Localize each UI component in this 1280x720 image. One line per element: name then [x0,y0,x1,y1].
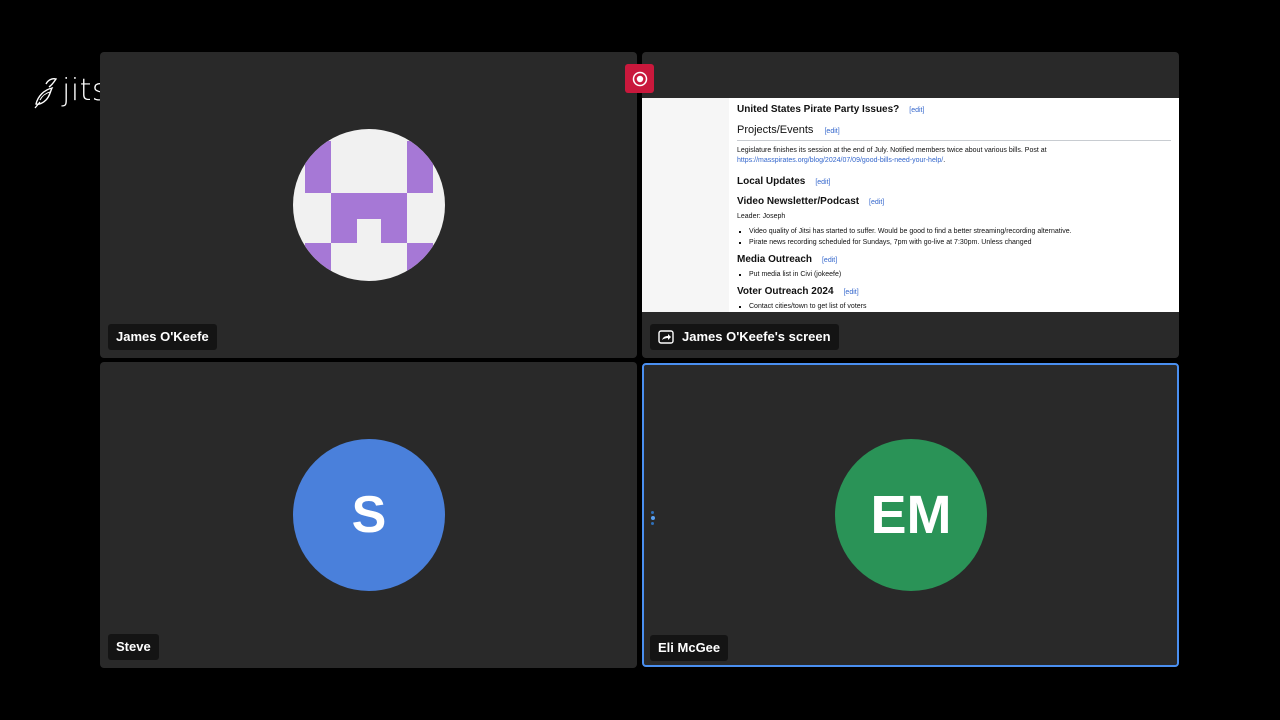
projects-text: Legislature finishes its session at the … [737,147,1047,154]
participant-name: Steve [116,639,151,654]
name-tag-eli: Eli McGee [650,635,729,661]
heading-projects: Projects/Events [737,124,814,136]
heading-pirate-issues: United States Pirate Party Issues? [737,104,900,115]
identicon-avatar-icon [305,141,433,281]
participant-tile-steve[interactable]: S Steve [100,362,637,668]
video-leader: Leader: Joseph [737,213,786,220]
avatar-initials: EM [870,485,952,545]
avatar-james [293,129,445,281]
list-item: Put media list in Civi (jokeefe) [749,269,1171,280]
edit-link[interactable]: [edit] [909,107,924,114]
heading-local-updates: Local Updates [737,176,806,187]
audio-level-indicator [651,511,655,525]
video-list: Video quality of Jitsi has started to su… [737,226,1171,248]
name-tag-steve: Steve [108,634,159,660]
recording-button[interactable] [625,64,654,93]
edit-link[interactable]: [edit] [815,179,830,186]
list-item: Contact cities/town to get list of voter… [749,301,1171,312]
doc-sidebar [642,98,729,312]
name-tag-screen: James O'Keefe's screen [650,324,839,350]
edit-link[interactable]: [edit] [869,199,884,206]
edit-link[interactable]: [edit] [822,257,837,264]
screen-share-icon [658,330,674,344]
voter-list: Contact cities/town to get list of voter… [737,301,1171,312]
media-list: Put media list in Civi (jokeefe) [737,269,1171,280]
participant-name: James O'Keefe [116,329,209,344]
list-item: Video quality of Jitsi has started to su… [749,226,1171,237]
shared-screen-document: United States Pirate Party Issues? [edit… [642,98,1179,312]
participant-name: James O'Keefe's screen [682,329,831,344]
jitsi-bird-icon [34,78,58,109]
edit-link[interactable]: [edit] [824,128,839,135]
meeting-stage: jitsi James O'Keefe United States Pirate… [0,0,1280,720]
edit-link[interactable]: [edit] [843,289,858,296]
heading-video-newsletter: Video Newsletter/Podcast [737,196,860,207]
list-item: Pirate news recording scheduled for Sund… [749,237,1171,248]
projects-link[interactable]: https://masspirates.org/blog/2024/07/09/… [737,157,943,164]
avatar-eli: EM [835,439,987,591]
record-icon [632,71,647,86]
screen-share-tile[interactable]: United States Pirate Party Issues? [edit… [642,52,1179,358]
avatar-steve: S [293,439,445,591]
participant-tile-eli[interactable]: EM Eli McGee [642,363,1179,667]
heading-media-outreach: Media Outreach [737,254,813,265]
participant-tile-james[interactable]: James O'Keefe [100,52,637,358]
heading-voter-outreach: Voter Outreach 2024 [737,286,834,297]
avatar-initials: S [351,486,387,544]
name-tag-james: James O'Keefe [108,324,217,350]
participant-name: Eli McGee [658,640,721,655]
